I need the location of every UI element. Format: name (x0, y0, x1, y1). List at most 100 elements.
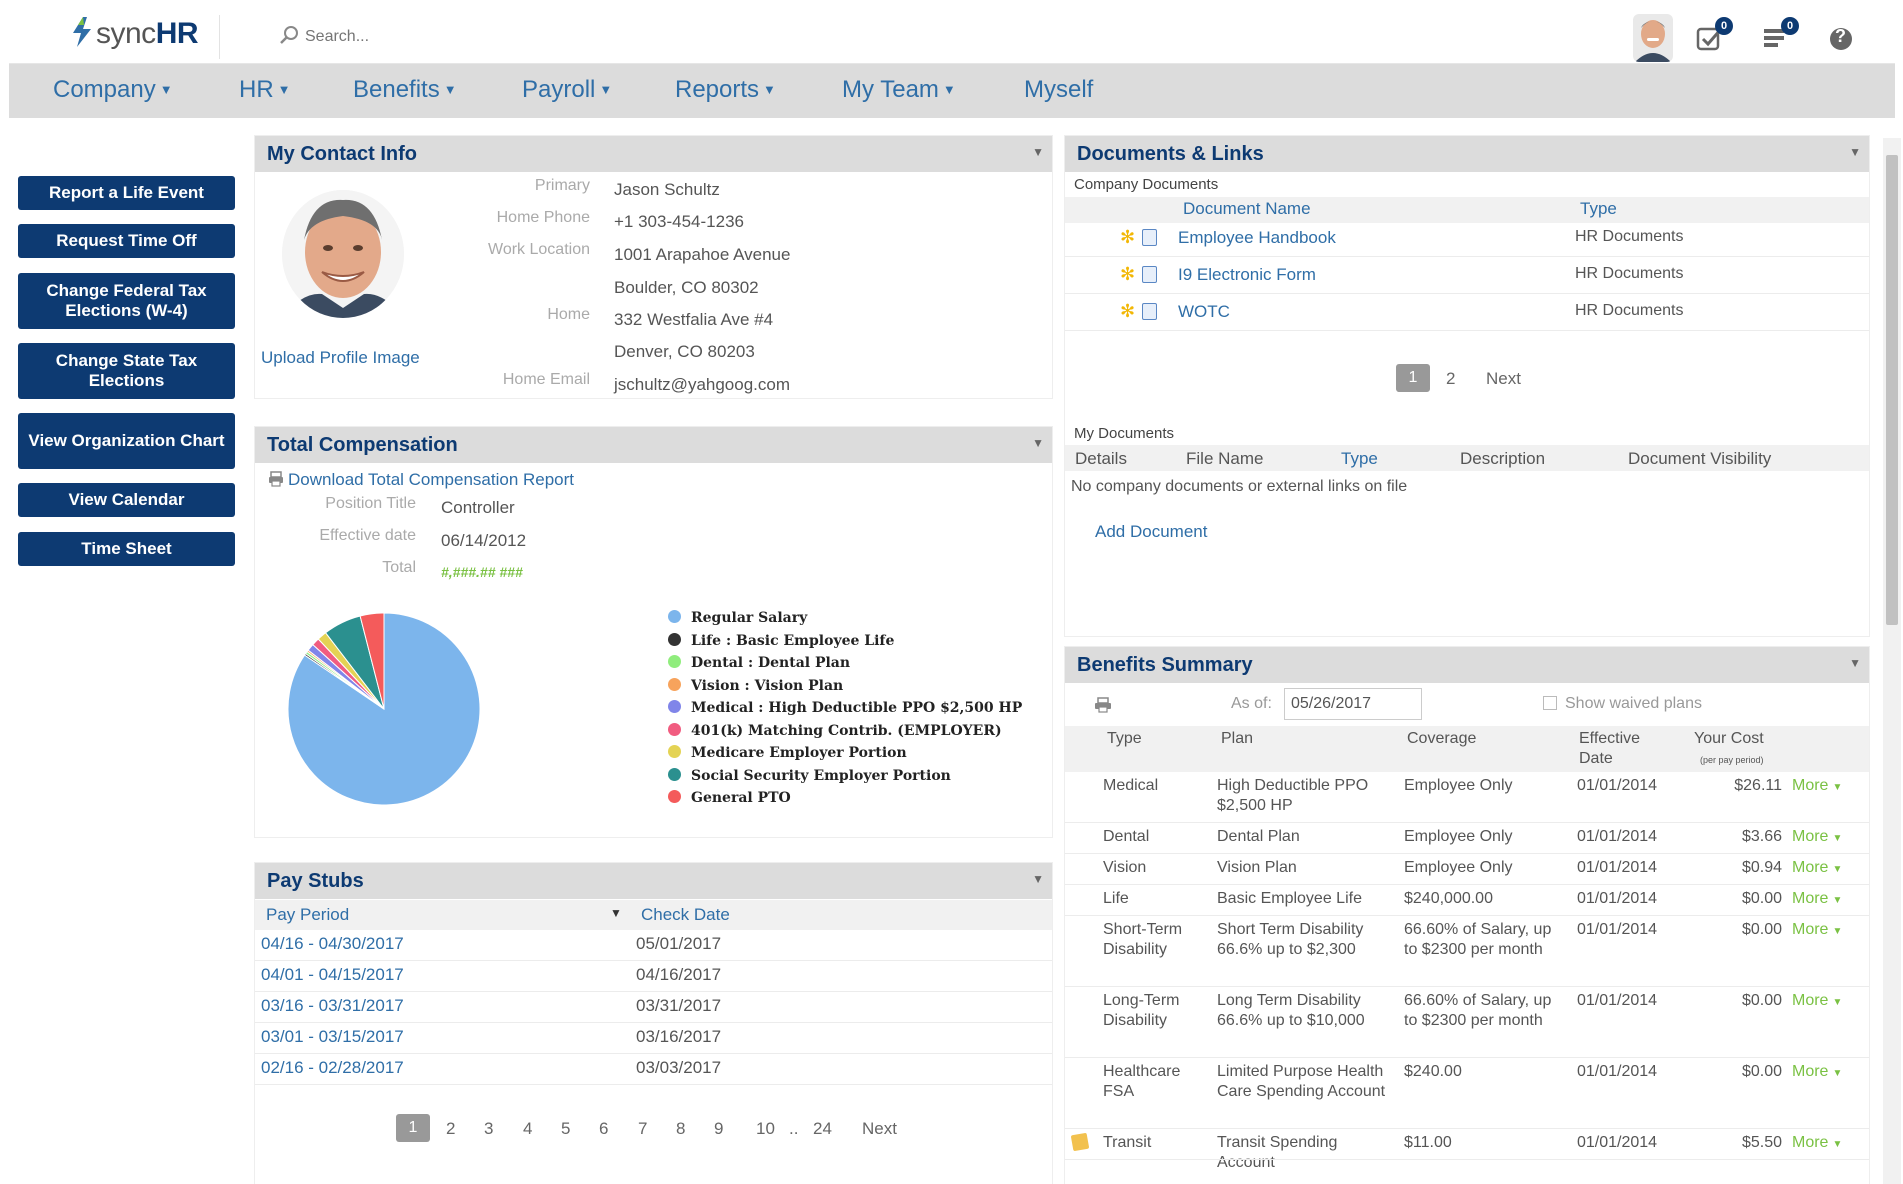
paystub-page-8[interactable]: 8 (676, 1119, 685, 1139)
legend-item[interactable]: Vision : Vision Plan (668, 677, 843, 694)
paystub-page-1[interactable]: 1 (396, 1114, 430, 1142)
collapse-icon[interactable]: ▼ (1032, 134, 1044, 170)
show-waived-checkbox[interactable] (1543, 696, 1557, 710)
contact-panel-header: My Contact Info ▼ (255, 136, 1052, 172)
benefit-cost: $3.66 (1741, 828, 1782, 845)
change-state-tax-button[interactable]: Change State Tax Elections (18, 343, 235, 399)
paystub-page-5[interactable]: 5 (561, 1119, 570, 1139)
chevron-down-icon: ▼ (443, 82, 457, 97)
benefit-more-dropdown[interactable]: More ▼ (1792, 991, 1842, 1013)
synchr-logo[interactable]: syncHR (71, 17, 199, 51)
benefit-more-dropdown[interactable]: More ▼ (1792, 920, 1842, 942)
legend-item[interactable]: Dental : Dental Plan (668, 655, 850, 671)
chevron-down-icon: ▼ (599, 82, 613, 97)
nav-reports[interactable]: Reports ▼ (675, 76, 776, 104)
user-avatar[interactable] (1633, 14, 1673, 62)
benefit-more-dropdown[interactable]: More ▼ (1792, 1133, 1842, 1155)
edit-pencil-icon[interactable] (1070, 1132, 1090, 1152)
nav-company[interactable]: Company ▼ (53, 76, 173, 104)
nav-benefits[interactable]: Benefits ▼ (353, 76, 457, 104)
nav-hr[interactable]: HR ▼ (239, 76, 291, 104)
document-link[interactable]: WOTC (1178, 302, 1230, 322)
primary-value: Jason Schultz (614, 180, 720, 199)
paystub-page-7[interactable]: 7 (638, 1119, 647, 1139)
document-type-column-header[interactable]: Type (1580, 199, 1617, 219)
benefit-type: Healthcare FSA (1103, 1063, 1181, 1100)
legend-swatch (668, 745, 681, 758)
legend-swatch (668, 677, 681, 691)
scrollbar-thumb[interactable] (1886, 155, 1898, 625)
collapse-icon[interactable]: ▼ (1849, 134, 1861, 170)
paystub-next-page[interactable]: Next (862, 1119, 897, 1139)
view-calendar-button[interactable]: View Calendar (18, 483, 235, 517)
legend-item[interactable]: Regular Salary (668, 610, 807, 626)
legend-item[interactable]: Social Security Employer Portion (668, 767, 951, 784)
legend-item[interactable]: Life : Basic Employee Life (668, 632, 894, 649)
collapse-icon[interactable]: ▼ (1032, 861, 1044, 897)
pay-period-link[interactable]: 02/16 - 02/28/2017 (261, 1058, 404, 1078)
paystub-page-ellipsis: .. (789, 1119, 799, 1138)
print-icon[interactable] (1094, 697, 1112, 713)
logo-text-light: sync (96, 17, 156, 50)
download-comp-report-link[interactable]: Download Total Compensation Report (268, 470, 574, 490)
benefit-plan: Limited Purpose Health Care Spending Acc… (1217, 1063, 1386, 1100)
row-divider (1065, 853, 1869, 854)
row-divider (1065, 256, 1869, 257)
primary-label: Primary (534, 177, 590, 194)
as-of-label: As of: (1231, 695, 1272, 712)
benefit-more-dropdown[interactable]: More ▼ (1792, 858, 1842, 880)
document-link[interactable]: Employee Handbook (1178, 228, 1336, 248)
paystub-page-10[interactable]: 10 (756, 1119, 775, 1139)
search-input[interactable] (305, 28, 465, 46)
collapse-icon[interactable]: ▼ (1032, 425, 1044, 461)
report-life-event-button[interactable]: Report a Life Event (18, 176, 235, 210)
help-icon[interactable]: ? (1826, 23, 1860, 57)
help-glyph: ? (1835, 26, 1846, 46)
doc-page-1[interactable]: 1 (1396, 364, 1430, 392)
doc-page-2[interactable]: 2 (1446, 369, 1455, 389)
paystub-page-9[interactable]: 9 (714, 1119, 723, 1139)
nav-my-team[interactable]: My Team ▼ (842, 76, 956, 104)
pay-period-link[interactable]: 04/01 - 04/15/2017 (261, 965, 404, 985)
paystub-page-2[interactable]: 2 (446, 1119, 455, 1139)
legend-item[interactable]: Medicare Employer Portion (668, 745, 907, 761)
view-org-chart-button[interactable]: View Organization Chart (18, 413, 235, 469)
benefit-more-dropdown[interactable]: More ▼ (1792, 1062, 1842, 1084)
paystub-page-6[interactable]: 6 (599, 1119, 608, 1139)
compensation-panel-header: Total Compensation ▼ (255, 427, 1052, 463)
paystub-page-4[interactable]: 4 (523, 1119, 532, 1139)
my-doc-type-column-header[interactable]: Type (1341, 449, 1378, 469)
benefit-plan[interactable]: High Deductible PPO $2,500 HP (1217, 776, 1392, 816)
document-link[interactable]: I9 Electronic Form (1178, 265, 1316, 285)
benefit-more-dropdown[interactable]: More ▼ (1792, 827, 1842, 849)
legend-item[interactable]: 401(k) Matching Contrib. (EMPLOYER) (668, 722, 1002, 739)
tasks-icon[interactable]: 0 (1695, 17, 1733, 57)
upload-profile-image-link[interactable]: Upload Profile Image (261, 348, 420, 368)
request-time-off-button[interactable]: Request Time Off (18, 224, 235, 258)
benefit-cost: $0.00 (1741, 1063, 1782, 1080)
paystub-page-3[interactable]: 3 (484, 1119, 493, 1139)
doc-next-page[interactable]: Next (1486, 369, 1521, 389)
time-sheet-button[interactable]: Time Sheet (18, 532, 235, 566)
add-document-link[interactable]: Add Document (1095, 522, 1207, 542)
pay-period-link[interactable]: 04/16 - 04/30/2017 (261, 934, 404, 954)
search-box[interactable] (279, 25, 499, 51)
collapse-icon[interactable]: ▼ (1849, 645, 1861, 681)
legend-item[interactable]: General PTO (668, 790, 791, 806)
benefit-more-dropdown[interactable]: More ▼ (1792, 776, 1842, 798)
nav-myself[interactable]: Myself (1024, 76, 1093, 104)
legend-item[interactable]: Medical : High Deductible PPO $2,500 HP (668, 700, 1022, 716)
benefit-type: Dental (1103, 828, 1150, 845)
benefit-more-dropdown[interactable]: More ▼ (1792, 889, 1842, 911)
change-federal-tax-button[interactable]: Change Federal Tax Elections (W-4) (18, 273, 235, 329)
paystub-page-24[interactable]: 24 (813, 1119, 832, 1139)
nav-payroll[interactable]: Payroll ▼ (522, 76, 612, 104)
pay-period-link[interactable]: 03/16 - 03/31/2017 (261, 996, 404, 1016)
pay-period-link[interactable]: 03/01 - 03/15/2017 (261, 1027, 404, 1047)
messages-icon[interactable]: 0 (1761, 17, 1799, 57)
document-name-column-header[interactable]: Document Name (1183, 199, 1311, 219)
pay-period-column-header[interactable]: Pay Period (266, 905, 349, 925)
sort-down-icon[interactable]: ▼ (610, 906, 622, 920)
check-date-column-header[interactable]: Check Date (641, 905, 730, 925)
as-of-date-input[interactable]: 05/26/2017 (1284, 688, 1422, 720)
